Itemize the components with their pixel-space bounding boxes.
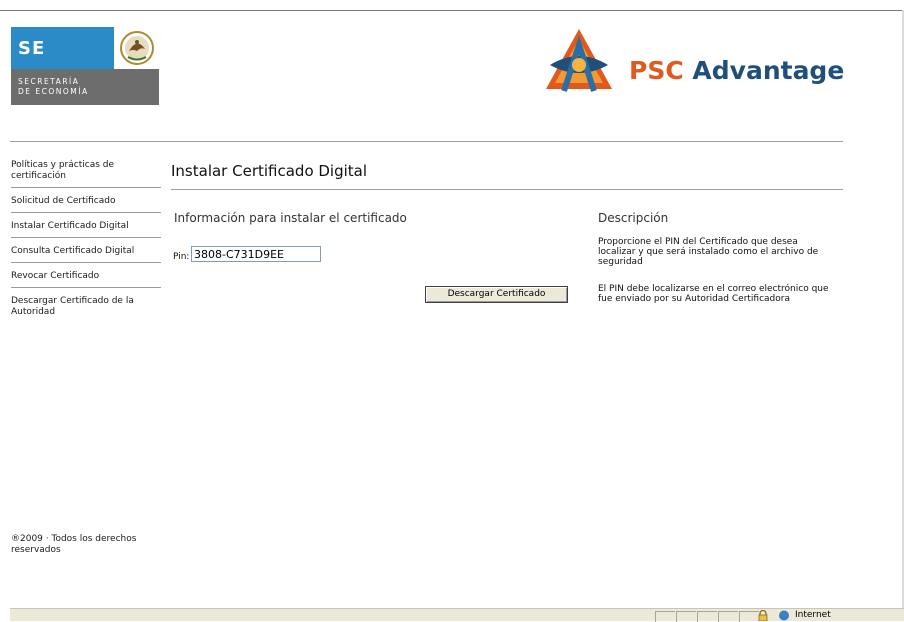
status-bar-cell: [655, 611, 675, 622]
sidebar-item-label: Consulta Certificado Digital: [11, 246, 135, 256]
copyright-footer: ®2009 · Todos los derechos reservados: [11, 534, 137, 555]
sidebar-item-politicas[interactable]: Políticas y prácticas de certificación: [11, 160, 161, 188]
title-divider: [171, 189, 843, 190]
sidebar-item-solicitud[interactable]: Solicitud de Certificado: [11, 188, 161, 213]
psc-logo-word2: Advantage: [692, 56, 845, 85]
status-bar: Internet: [10, 608, 904, 622]
section-title: Información para instalar el certificado: [174, 211, 407, 225]
description-title: Descripción: [598, 211, 669, 225]
header-divider: [10, 141, 843, 142]
psc-logo-text: PSC Advantage: [629, 56, 844, 85]
se-logo-line1: SECRETARÍA: [18, 77, 80, 86]
se-logo-bottom: SECRETARÍA DE ECONOMÍA: [11, 69, 159, 105]
internet-zone-icon: [779, 610, 789, 621]
se-logo-text: SECRETARÍA DE ECONOMÍA: [18, 77, 89, 97]
psc-logo-word1: PSC: [629, 56, 684, 85]
security-zone-label: Internet: [795, 610, 831, 620]
status-bar-cell: [676, 611, 696, 622]
status-bar-cell: [697, 611, 717, 622]
sidebar-nav: Políticas y prácticas de certificación S…: [11, 160, 161, 326]
sidebar-item-label: Solicitud de Certificado: [11, 196, 116, 206]
pin-input[interactable]: [191, 246, 321, 262]
sidebar-item-descargar-autoridad[interactable]: Descargar Certificado de la Autoridad: [11, 288, 161, 326]
window-top-border: [0, 10, 904, 11]
sidebar-item-label: Instalar Certificado Digital: [11, 221, 129, 231]
se-logo: SE SECRETARÍA DE ECONOMÍA: [11, 27, 159, 105]
page-title: Instalar Certificado Digital: [171, 162, 368, 180]
sidebar-item-revocar[interactable]: Revocar Certificado: [11, 263, 161, 288]
mexico-crest-icon: [114, 27, 159, 69]
psc-advantage-logo: PSC Advantage: [540, 25, 844, 100]
sidebar-item-consulta[interactable]: Consulta Certificado Digital: [11, 238, 161, 263]
status-bar-cell: [739, 611, 759, 622]
description-paragraph-1: Proporcione el PIN del Certificado que d…: [598, 237, 819, 267]
status-bar-cell: [718, 611, 738, 622]
lock-icon: [758, 610, 768, 621]
pin-label: Pin:: [173, 252, 190, 262]
psc-emblem-icon: [546, 29, 612, 92]
description-paragraph-2: El PIN debe localizarse en el correo ele…: [598, 284, 829, 304]
se-logo-line2: DE ECONOMÍA: [18, 87, 89, 96]
sidebar-item-label: Revocar Certificado: [11, 271, 100, 281]
download-certificate-button[interactable]: Descargar Certificado: [425, 286, 568, 303]
sidebar-item-instalar[interactable]: Instalar Certificado Digital: [11, 213, 161, 238]
sidebar-item-label: Descargar Certificado de la Autoridad: [11, 296, 134, 317]
se-logo-top: SE: [11, 27, 114, 69]
sidebar-item-label: Políticas y prácticas de certificación: [11, 160, 115, 181]
se-logo-letters: SE: [18, 38, 46, 59]
